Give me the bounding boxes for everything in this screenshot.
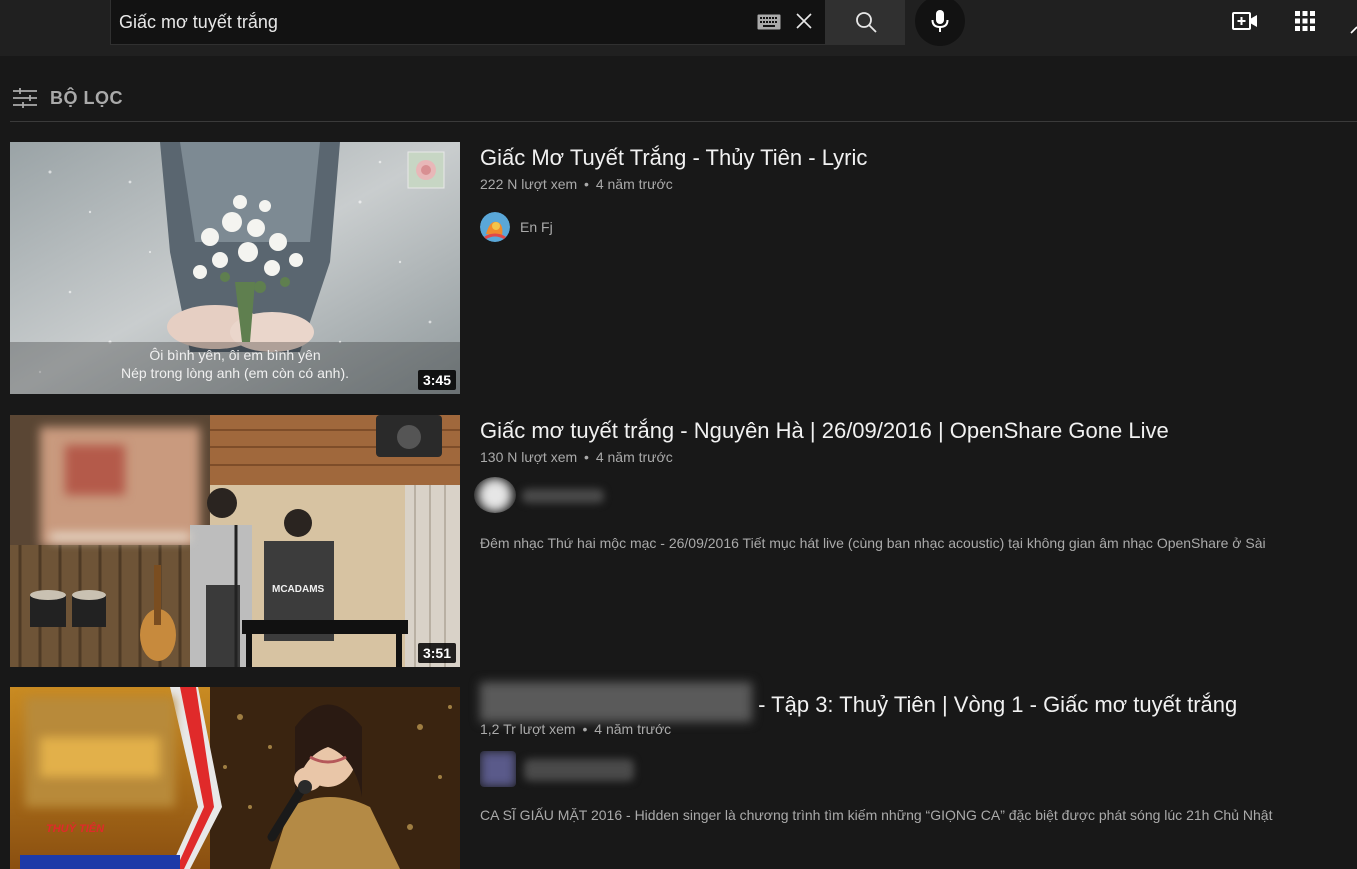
apps-grid-icon[interactable] (1294, 10, 1316, 32)
thumbnail-name-tag: THUỶ TIÊN (46, 823, 105, 835)
channel-name[interactable]: En Fj (520, 219, 553, 235)
video-title[interactable]: Giấc mơ tuyết trắng - Nguyên Hà | 26/09/… (480, 418, 1169, 444)
caption-line-2: Nép trong lòng anh (em còn có anh). (120, 365, 350, 381)
video-title[interactable]: Giấc Mơ Tuyết Trắng - Thủy Tiên - Lyric (480, 145, 867, 171)
avatar[interactable] (480, 212, 510, 242)
video-meta: 130 N lượt xem • 4 năm trước (480, 449, 673, 465)
upload-age: 4 năm trước (594, 721, 672, 737)
shirt-text: MCADAMS (272, 584, 325, 595)
title-redacted (480, 682, 752, 722)
masthead (0, 0, 1357, 56)
microphone-icon (931, 10, 949, 32)
view-count: 130 N lượt xem (480, 449, 578, 465)
voice-search-button[interactable] (915, 0, 965, 46)
video-thumbnail[interactable]: THUỶ TIÊN (10, 687, 460, 869)
video-meta: 222 N lượt xem • 4 năm trước (480, 176, 673, 192)
video-thumbnail[interactable]: MCADAMS 3:51 (10, 415, 460, 667)
video-result[interactable]: MCADAMS 3:51 Giấc mơ tuyết trắng - Nguyê… (10, 415, 1357, 667)
meta-separator: • (582, 721, 588, 737)
avatar[interactable] (480, 751, 516, 787)
upload-age: 4 năm trước (595, 176, 673, 192)
title-text[interactable]: - Tập 3: Thuỷ Tiên | Vòng 1 - Giấc mơ tu… (758, 692, 1237, 717)
channel-name-redacted[interactable] (522, 489, 604, 503)
meta-separator: • (584, 449, 589, 465)
video-meta: 1,2 Tr lượt xem • 4 năm trước (480, 721, 671, 737)
upload-age: 4 năm trước (595, 449, 673, 465)
keyboard-icon[interactable] (757, 14, 781, 30)
channel-name-redacted[interactable] (524, 759, 634, 781)
search-button[interactable] (825, 0, 905, 45)
meta-separator: • (584, 176, 589, 192)
video-result[interactable]: Ôi bình yên, ôi em bình yên Nép trong lò… (10, 142, 1357, 394)
video-description: Đêm nhạc Thứ hai mộc mạc - 26/09/2016 Ti… (480, 535, 1266, 551)
view-count: 222 N lượt xem (480, 176, 578, 192)
avatar[interactable] (474, 477, 516, 513)
filter-sliders-icon[interactable] (12, 86, 38, 115)
clear-search-icon[interactable] (793, 10, 815, 32)
video-thumbnail[interactable]: Ôi bình yên, ôi em bình yên Nép trong lò… (10, 142, 460, 394)
filter-label[interactable]: BỘ LỌC (50, 88, 123, 109)
search-input[interactable] (119, 7, 739, 37)
video-description: CA SĨ GIẤU MẶT 2016 - Hidden singer là c… (480, 807, 1273, 823)
more-icon[interactable] (1350, 22, 1357, 34)
view-count: 1,2 Tr lượt xem (480, 721, 576, 737)
duration-badge: 3:51 (417, 643, 456, 663)
video-result[interactable]: THUỶ TIÊN - Tập 3: Thuỷ Tiên | Vòng 1 - … (10, 682, 1357, 869)
caption-line-1: Ôi bình yên, ôi em bình yên (149, 347, 321, 363)
video-title[interactable]: - Tập 3: Thuỷ Tiên | Vòng 1 - Giấc mơ tu… (480, 682, 1237, 722)
search-box[interactable] (110, 0, 826, 45)
search-icon (856, 12, 877, 33)
duration-badge: 3:45 (417, 370, 456, 390)
create-video-icon[interactable] (1232, 10, 1258, 32)
filter-row: BỘ LỌC (10, 80, 1357, 122)
thumbnail-caption: Ôi bình yên, ôi em bình yên Nép trong lò… (10, 346, 460, 382)
